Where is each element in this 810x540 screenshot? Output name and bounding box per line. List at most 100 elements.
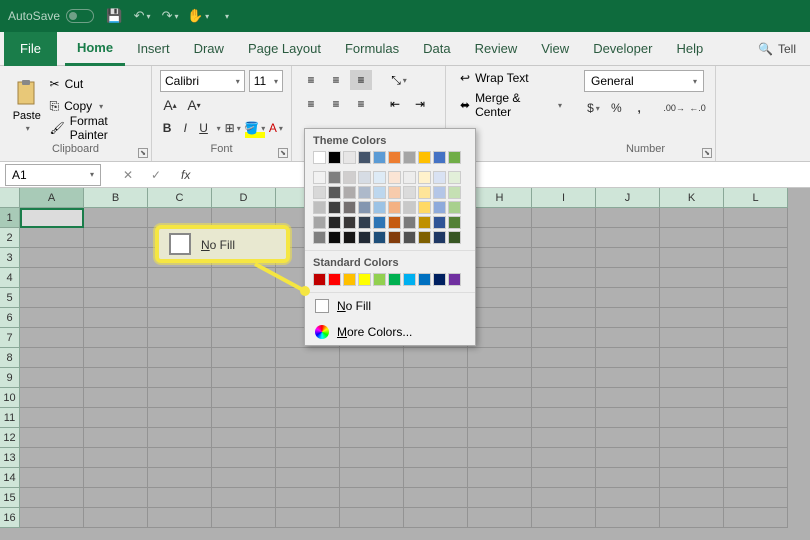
qat-customize-icon[interactable]: ▾ (218, 8, 234, 24)
cell[interactable] (212, 368, 276, 388)
cell[interactable] (20, 228, 84, 248)
color-swatch[interactable] (373, 201, 386, 214)
color-swatch[interactable] (313, 171, 326, 184)
cell[interactable] (276, 408, 340, 428)
cell[interactable] (532, 368, 596, 388)
cell[interactable] (724, 248, 788, 268)
tab-review[interactable]: Review (463, 32, 530, 66)
increase-font-button[interactable]: A▴ (160, 95, 180, 115)
color-swatch[interactable] (328, 273, 341, 286)
cell[interactable] (724, 208, 788, 228)
color-swatch[interactable] (448, 151, 461, 164)
color-swatch[interactable] (433, 273, 446, 286)
no-fill-item[interactable]: No Fill (305, 292, 475, 319)
cell[interactable] (276, 388, 340, 408)
cell[interactable] (276, 488, 340, 508)
format-painter-button[interactable]: 🖌Format Painter (50, 118, 143, 138)
align-right-button[interactable]: ≡ (350, 94, 372, 114)
color-swatch[interactable] (328, 216, 341, 229)
color-swatch[interactable] (343, 201, 356, 214)
cell[interactable] (20, 268, 84, 288)
cell[interactable] (404, 348, 468, 368)
color-swatch[interactable] (358, 171, 371, 184)
cell[interactable] (212, 348, 276, 368)
color-swatch[interactable] (343, 231, 356, 244)
color-swatch[interactable] (328, 151, 341, 164)
cell[interactable] (20, 348, 84, 368)
align-left-button[interactable]: ≡ (300, 94, 322, 114)
cell[interactable] (468, 488, 532, 508)
color-swatch[interactable] (343, 171, 356, 184)
cell[interactable] (148, 408, 212, 428)
cell[interactable] (468, 268, 532, 288)
cell[interactable] (468, 208, 532, 228)
fx-icon[interactable]: fx (181, 168, 190, 182)
color-swatch[interactable] (373, 151, 386, 164)
cell[interactable] (468, 308, 532, 328)
cell[interactable] (20, 488, 84, 508)
increase-indent-button[interactable]: ⇥ (409, 94, 431, 114)
cell[interactable] (20, 208, 84, 228)
cell[interactable] (84, 508, 148, 528)
cell[interactable] (724, 288, 788, 308)
color-swatch[interactable] (418, 273, 431, 286)
cell[interactable] (84, 208, 148, 228)
color-swatch[interactable] (418, 216, 431, 229)
row-header[interactable]: 10 (0, 388, 20, 408)
cell[interactable] (340, 468, 404, 488)
color-swatch[interactable] (358, 216, 371, 229)
color-swatch[interactable] (358, 201, 371, 214)
fill-color-button[interactable]: 🪣▾ (245, 118, 265, 138)
cell[interactable] (148, 428, 212, 448)
color-swatch[interactable] (448, 231, 461, 244)
cell[interactable] (724, 468, 788, 488)
align-bottom-button[interactable]: ≡ (350, 70, 372, 90)
cell[interactable] (596, 448, 660, 468)
cell[interactable] (596, 388, 660, 408)
cell[interactable] (660, 308, 724, 328)
color-swatch[interactable] (373, 186, 386, 199)
color-swatch[interactable] (343, 216, 356, 229)
cell[interactable] (596, 248, 660, 268)
column-header[interactable]: I (532, 188, 596, 208)
cell[interactable] (596, 348, 660, 368)
cell[interactable] (724, 428, 788, 448)
color-swatch[interactable] (373, 171, 386, 184)
tab-page-layout[interactable]: Page Layout (236, 32, 333, 66)
cell[interactable] (340, 348, 404, 368)
toggle-switch[interactable] (66, 9, 94, 23)
cell[interactable] (660, 408, 724, 428)
color-swatch[interactable] (388, 151, 401, 164)
cell[interactable] (212, 488, 276, 508)
align-top-button[interactable]: ≡ (300, 70, 322, 90)
number-expand-icon[interactable]: ⬊ (702, 148, 712, 158)
font-color-button[interactable]: A▾ (269, 118, 283, 138)
color-swatch[interactable] (358, 231, 371, 244)
row-header[interactable]: 6 (0, 308, 20, 328)
cell[interactable] (724, 228, 788, 248)
cell[interactable] (660, 468, 724, 488)
italic-button[interactable]: I (178, 118, 192, 138)
cell[interactable] (212, 388, 276, 408)
color-swatch[interactable] (328, 171, 341, 184)
more-colors-item[interactable]: More Colors... (305, 319, 475, 345)
font-name-select[interactable]: Calibri▾ (160, 70, 245, 92)
cell[interactable] (212, 328, 276, 348)
bold-button[interactable]: B (160, 118, 174, 138)
row-header[interactable]: 5 (0, 288, 20, 308)
cell[interactable] (532, 468, 596, 488)
color-swatch[interactable] (328, 231, 341, 244)
cell[interactable] (212, 308, 276, 328)
tab-insert[interactable]: Insert (125, 32, 182, 66)
color-swatch[interactable] (418, 171, 431, 184)
enter-formula-button[interactable]: ✓ (147, 166, 165, 184)
cell[interactable] (660, 288, 724, 308)
cell[interactable] (660, 348, 724, 368)
color-swatch[interactable] (313, 216, 326, 229)
color-swatch[interactable] (388, 273, 401, 286)
column-header[interactable]: L (724, 188, 788, 208)
cell[interactable] (84, 428, 148, 448)
cell[interactable] (84, 368, 148, 388)
cell[interactable] (532, 208, 596, 228)
number-format-select[interactable]: General▾ (584, 70, 704, 92)
